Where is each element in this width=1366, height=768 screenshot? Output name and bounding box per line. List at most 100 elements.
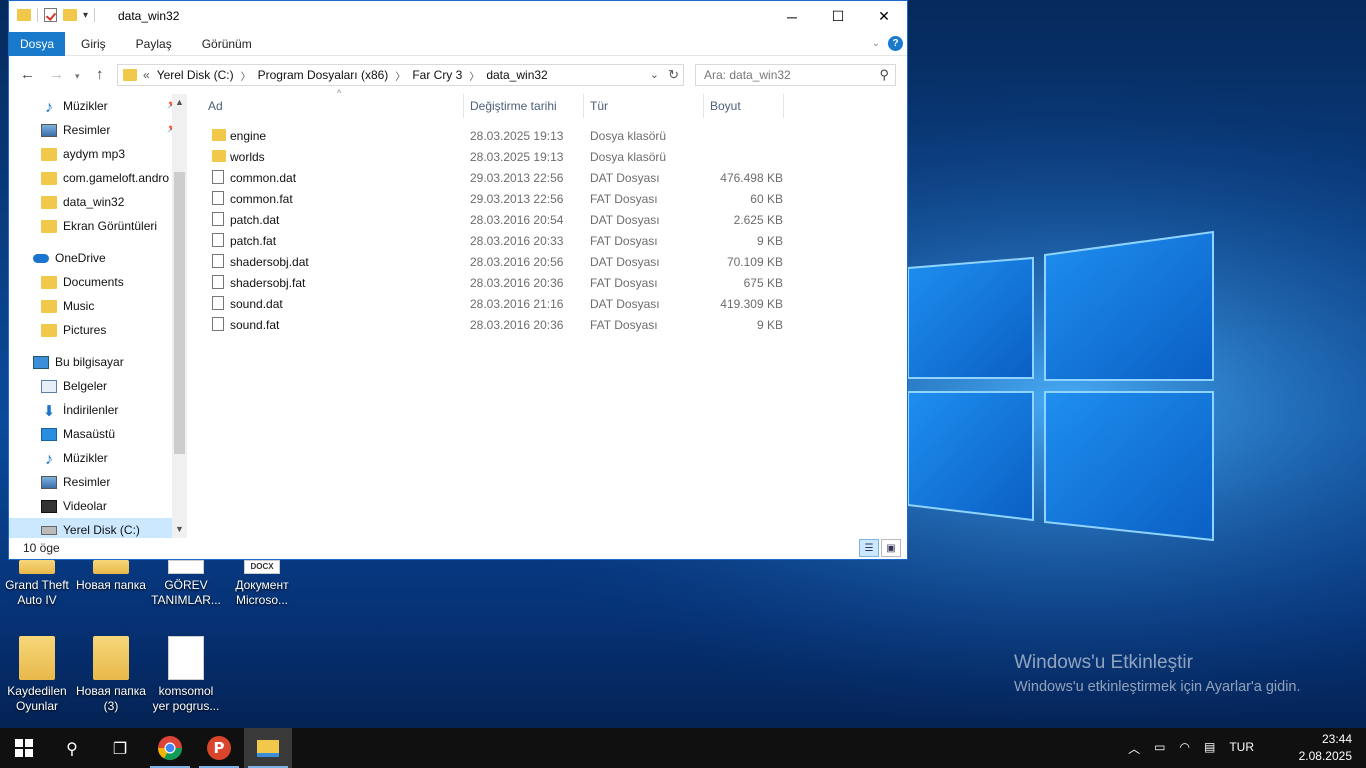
file-row[interactable]: patch.dat 28.03.2016 20:54 DAT Dosyası 2.62… xyxy=(195,209,907,230)
nav-item-videolar[interactable]: Videolar xyxy=(9,494,187,518)
nav-item-music[interactable]: Music xyxy=(9,294,187,318)
chevron-right-icon[interactable]: 〉 xyxy=(469,68,479,83)
file-row[interactable]: worlds 28.03.2025 19:13 Dosya klasörü xyxy=(195,146,907,167)
chrome-icon[interactable] xyxy=(146,728,194,768)
nav-scrollbar[interactable]: ▲ ▼ xyxy=(172,94,187,538)
nav-item-masaustu[interactable]: Masaüstü xyxy=(9,422,187,446)
help-icon[interactable]: ? xyxy=(888,36,903,51)
chevron-right-icon[interactable]: 〉 xyxy=(241,68,251,83)
folder-icon xyxy=(41,195,57,209)
file-row[interactable]: common.fat 29.03.2013 22:56 FAT Dosyası 60 … xyxy=(195,188,907,209)
search-icon[interactable]: ⚲ xyxy=(48,728,96,768)
column-divider[interactable] xyxy=(783,94,784,118)
file-row[interactable]: engine 28.03.2025 19:13 Dosya klasörü xyxy=(195,125,907,146)
file-row[interactable]: patch.fat 28.03.2016 20:33 FAT Dosyası 9 KB xyxy=(195,230,907,251)
customize-toolbar-dropdown-icon[interactable]: ▾ xyxy=(83,10,88,21)
nav-item-muzikler-pinned[interactable]: ♪ Müzikler 📌 xyxy=(9,94,187,118)
file-date: 28.03.2016 20:56 xyxy=(470,255,564,269)
expand-ribbon-icon[interactable]: ⌄ xyxy=(872,38,880,49)
desktop-icon-gta[interactable]: Grand Theft Auto IV xyxy=(1,560,73,608)
column-type[interactable]: Tür xyxy=(590,99,608,113)
folder-icon xyxy=(41,323,57,337)
desktop-icon-new-folder[interactable]: Новая папка xyxy=(75,560,147,593)
tab-view[interactable]: Görünüm xyxy=(187,37,267,51)
column-divider[interactable] xyxy=(583,94,584,118)
file-date: 28.03.2016 20:54 xyxy=(470,213,564,227)
column-divider[interactable] xyxy=(703,94,704,118)
nav-item-this-pc[interactable]: Bu bilgisayar xyxy=(9,350,187,374)
desktop-icon-new-folder-3[interactable]: Новая папка (3) xyxy=(75,636,147,714)
up-arrow-icon[interactable]: ↑ xyxy=(96,66,104,83)
nav-item-muzikler[interactable]: ♪ Müzikler xyxy=(9,446,187,470)
new-folder-icon[interactable] xyxy=(63,9,77,21)
nav-item-resimler[interactable]: Resimler xyxy=(9,470,187,494)
close-button[interactable]: ✕ xyxy=(861,1,907,32)
tab-share[interactable]: Paylaş xyxy=(121,37,187,51)
desktop-icon-docx[interactable]: DOCX Документ Microso... xyxy=(226,560,298,608)
file-row[interactable]: sound.dat 28.03.2016 21:16 DAT Dosyası 419.… xyxy=(195,293,907,314)
file-icon xyxy=(212,170,224,184)
nav-item-pictures[interactable]: Pictures xyxy=(9,318,187,342)
desktop-icon-komsomol[interactable]: komsomol yer pogrus... xyxy=(150,636,222,714)
column-name[interactable]: Ad xyxy=(208,99,223,113)
chevron-up-icon[interactable]: ︿ xyxy=(1128,740,1140,757)
battery-icon[interactable]: ▭ xyxy=(1154,740,1165,757)
recent-locations-dropdown-icon[interactable]: ▾ xyxy=(75,71,80,82)
task-view-icon[interactable]: ❐ xyxy=(96,728,144,768)
search-icon[interactable]: ⚲ xyxy=(879,67,889,83)
folder-icon xyxy=(93,636,129,680)
notifications-icon[interactable]: ▤ xyxy=(1204,740,1215,757)
breadcrumb-data-win32[interactable]: data_win32 xyxy=(486,68,547,82)
file-date: 28.03.2016 21:16 xyxy=(470,297,564,311)
scroll-thumb[interactable] xyxy=(174,172,185,454)
tab-home[interactable]: Giriş xyxy=(65,37,121,51)
details-view-icon[interactable]: ☰ xyxy=(859,539,879,557)
language-indicator[interactable]: TUR xyxy=(1229,740,1254,757)
chevron-down-icon[interactable]: ⌄ xyxy=(650,68,659,81)
nav-item-belgeler[interactable]: Belgeler xyxy=(9,374,187,398)
nav-item-onedrive[interactable]: OneDrive xyxy=(9,246,187,270)
nav-item-indirilenler[interactable]: ⬇ İndirilenler xyxy=(9,398,187,422)
file-explorer-icon[interactable] xyxy=(244,728,292,768)
psiphon-icon[interactable]: P xyxy=(195,728,243,768)
wifi-icon[interactable]: ◠ xyxy=(1180,740,1190,757)
nav-item-data-win32[interactable]: data_win32 xyxy=(9,190,187,214)
column-date[interactable]: Değiştirme tarihi xyxy=(470,99,557,113)
file-name: patch.fat xyxy=(230,234,277,248)
file-row[interactable]: common.dat 29.03.2013 22:56 DAT Dosyası 476… xyxy=(195,167,907,188)
desktop-icon-gorev[interactable]: GÖREV TANIMLAR... xyxy=(150,560,222,608)
nav-item-resimler-pinned[interactable]: Resimler 📌 xyxy=(9,118,187,142)
refresh-icon[interactable]: ↻ xyxy=(668,67,679,83)
back-arrow-icon[interactable]: ← xyxy=(20,66,35,83)
column-divider[interactable] xyxy=(463,94,464,118)
address-bar[interactable]: « Yerel Disk (C:) 〉 Program Dosyaları (x… xyxy=(117,64,684,86)
column-size[interactable]: Boyut xyxy=(710,99,741,113)
breadcrumb-local-disk[interactable]: Yerel Disk (C:) xyxy=(157,68,234,82)
properties-icon[interactable] xyxy=(44,8,57,22)
nav-item-ekran-goruntuleri[interactable]: Ekran Görüntüleri xyxy=(9,214,187,238)
minimize-button[interactable]: ─ xyxy=(769,1,815,32)
clock[interactable]: 23:44 2.08.2025 xyxy=(1292,731,1352,765)
chevron-right-icon[interactable]: 〉 xyxy=(395,68,405,83)
file-row[interactable]: shadersobj.fat 28.03.2016 20:36 FAT Dosyas… xyxy=(195,272,907,293)
breadcrumb-program-files[interactable]: Program Dosyaları (x86) xyxy=(258,68,389,82)
nav-item-local-disk[interactable]: Yerel Disk (C:) xyxy=(9,518,187,538)
start-button[interactable] xyxy=(0,728,48,768)
file-row[interactable]: sound.fat 28.03.2016 20:36 FAT Dosyası 9 KB xyxy=(195,314,907,335)
desktop-icon-saved-games[interactable]: Kaydedilen Oyunlar xyxy=(1,636,73,714)
nav-item-documents[interactable]: Documents xyxy=(9,270,187,294)
tab-file[interactable]: Dosya xyxy=(9,31,65,56)
nav-item-com-gameloft[interactable]: com.gameloft.andro xyxy=(9,166,187,190)
search-box[interactable]: Ara: data_win32 ⚲ xyxy=(695,64,896,86)
large-icons-view-icon[interactable]: ▣ xyxy=(881,539,901,557)
maximize-button[interactable]: ☐ xyxy=(815,1,861,32)
scroll-up-icon[interactable]: ▲ xyxy=(172,94,187,111)
file-row[interactable]: shadersobj.dat 28.03.2016 20:56 DAT Dosyas… xyxy=(195,251,907,272)
breadcrumb-overflow[interactable]: « xyxy=(143,68,150,82)
title-bar[interactable]: ▾ data_win32 ─ ☐ ✕ xyxy=(9,1,907,32)
breadcrumb-far-cry-3[interactable]: Far Cry 3 xyxy=(412,68,462,82)
scroll-down-icon[interactable]: ▼ xyxy=(172,521,187,538)
nav-item-aydym-mp3[interactable]: aydym mp3 xyxy=(9,142,187,166)
forward-arrow-icon[interactable]: → xyxy=(49,66,64,83)
